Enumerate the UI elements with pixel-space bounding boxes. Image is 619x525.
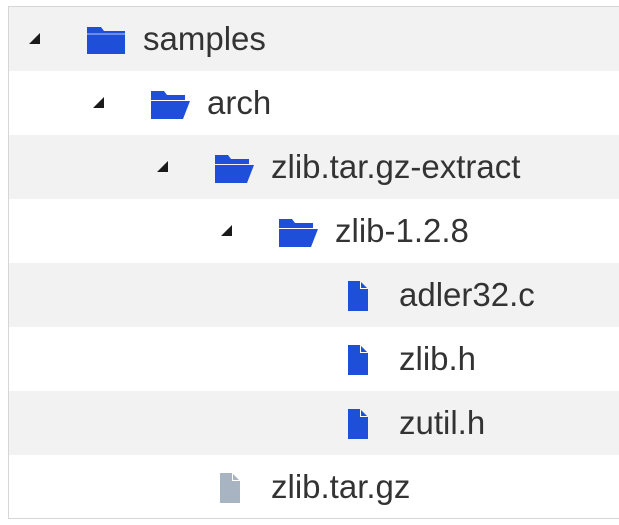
folder-open-icon — [277, 215, 319, 249]
tree-node-zlib-tar-gz-extract[interactable]: zlib.tar.gz-extract — [9, 135, 619, 199]
tree-node-label[interactable]: samples — [143, 21, 266, 57]
collapse-toggle-icon[interactable] — [157, 161, 168, 172]
tree-node-label[interactable]: zlib.h — [399, 341, 476, 377]
folder-open-icon — [149, 87, 191, 121]
file-icon — [347, 344, 369, 376]
tree-node-label[interactable]: zlib.tar.gz — [271, 469, 410, 505]
tree-node-label[interactable]: adler32.c — [399, 277, 535, 313]
collapse-toggle-icon[interactable] — [93, 97, 104, 108]
tree-node-label[interactable]: zlib-1.2.8 — [335, 213, 469, 249]
tree-node-zlib-1-2-8[interactable]: zlib-1.2.8 — [9, 199, 619, 263]
tree-node-samples[interactable]: samples — [9, 7, 619, 71]
collapse-toggle-icon[interactable] — [221, 225, 232, 236]
file-icon — [347, 280, 369, 312]
file-tree: samples arch zlib.tar.gz-extract zlib-1.… — [8, 6, 619, 519]
tree-node-adler32-c[interactable]: adler32.c — [9, 263, 619, 327]
tree-node-zutil-h[interactable]: zutil.h — [9, 391, 619, 455]
tree-node-label[interactable]: arch — [207, 85, 271, 121]
collapse-toggle-icon[interactable] — [29, 33, 40, 44]
tree-node-label[interactable]: zlib.tar.gz-extract — [271, 149, 520, 185]
folder-open-icon — [213, 151, 255, 185]
tree-node-label[interactable]: zutil.h — [399, 405, 485, 441]
tree-node-arch[interactable]: arch — [9, 71, 619, 135]
folder-closed-icon — [85, 24, 127, 56]
tree-node-zlib-tar-gz[interactable]: zlib.tar.gz — [9, 455, 619, 519]
archive-file-icon — [219, 472, 241, 504]
file-icon — [347, 408, 369, 440]
tree-node-zlib-h[interactable]: zlib.h — [9, 327, 619, 391]
